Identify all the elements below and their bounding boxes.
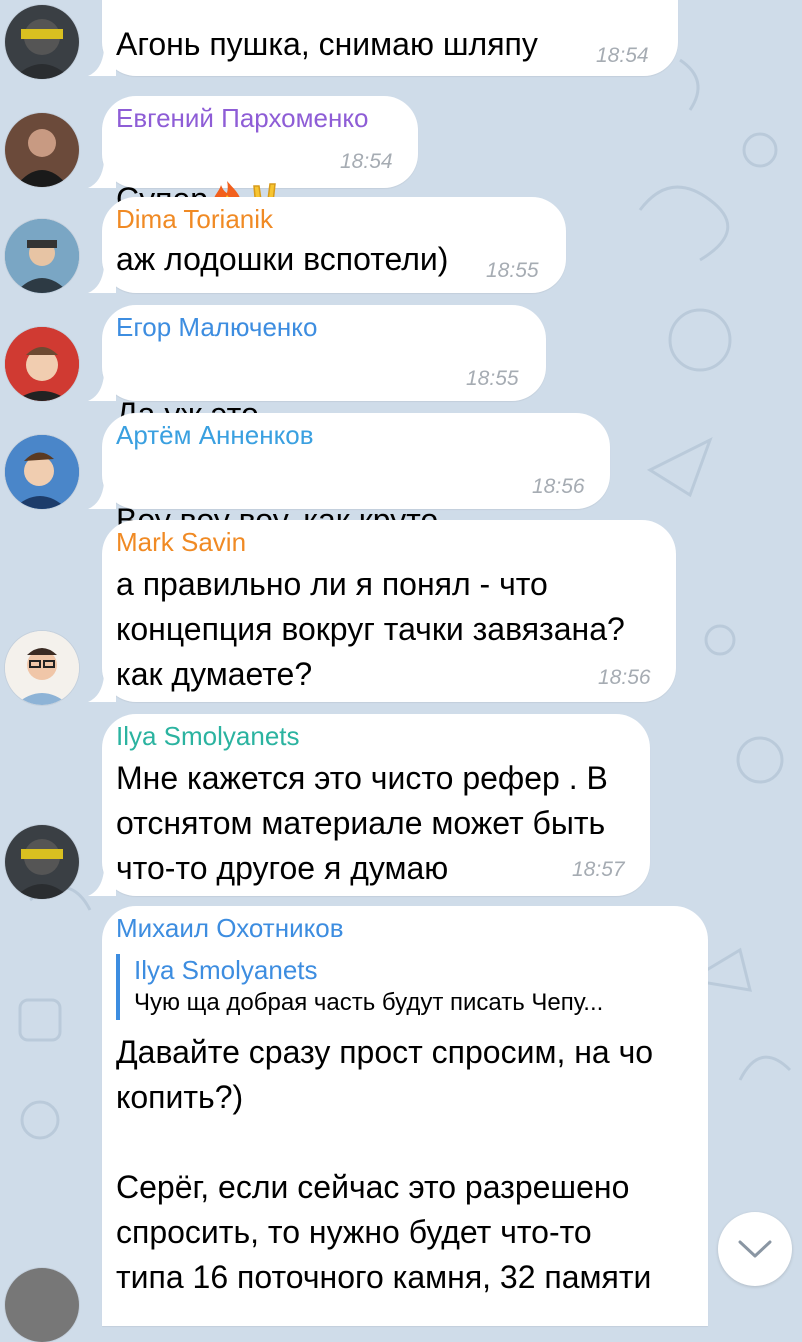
chevron-down-icon	[738, 1240, 772, 1258]
reply-quote[interactable]: Ilya Smolyanets Чую ща добрая часть буду…	[116, 954, 603, 1020]
message-bubble[interactable]: Ilya Smolyanets Мне кажется это чисто ре…	[88, 714, 650, 896]
message-bubble[interactable]: Агонь пушка, снимаю шляпу 18:54	[88, 0, 678, 76]
bubble-tail	[88, 870, 116, 896]
message-bubble[interactable]: Егор Малюченко Да уж это ))) 18:55	[88, 305, 546, 477]
message-row: Егор Малюченко Да уж это ))) 18:55	[0, 305, 802, 477]
sender-name: Ilya Smolyanets	[116, 721, 300, 751]
reply-sender-name: Ilya Smolyanets	[134, 955, 318, 985]
message-bubble[interactable]: Евгений Пархоменко Супер 18:54	[88, 96, 418, 217]
message-text: Мне кажется это чисто рефер . В отснятом…	[116, 760, 608, 886]
message-time: 18:54	[596, 44, 649, 67]
sender-name: Dima Torianik	[116, 204, 274, 234]
sender-name: Михаил Охотников	[116, 913, 344, 943]
avatar[interactable]	[5, 327, 79, 401]
message-row: Mark Savin а правильно ли я понял - что …	[0, 520, 802, 706]
message-text: Агонь пушка, снимаю шляпу	[116, 26, 538, 62]
avatar[interactable]	[5, 631, 79, 705]
message-bubble[interactable]: Михаил Охотников Ilya Smolyanets Чую ща …	[102, 906, 708, 1326]
avatar[interactable]	[5, 435, 79, 509]
reply-text: Чую ща добрая часть будут писать Чепу...	[134, 989, 604, 1016]
message-row: Евгений Пархоменко Супер 18:54	[0, 96, 802, 217]
message-text: аж лодошки вспотели)	[116, 241, 449, 277]
bubble-tail	[88, 267, 116, 293]
message-row: Ilya Smolyanets Мне кажется это чисто ре…	[0, 714, 802, 900]
avatar[interactable]	[5, 219, 79, 293]
sender-name: Mark Savin	[116, 527, 247, 557]
sender-name: Артём Анненков	[116, 420, 314, 450]
message-bubble[interactable]: Dima Torianik аж лодошки вспотели) 18:55	[88, 197, 566, 293]
message-text: а правильно ли я понял - что концепция в…	[116, 566, 625, 692]
avatar[interactable]	[5, 5, 79, 79]
message-row: Артём Анненков Воу воу воу, как круто 18…	[0, 413, 802, 581]
avatar[interactable]	[5, 825, 79, 899]
message-bubble[interactable]: Артём Анненков Воу воу воу, как круто 18…	[88, 413, 610, 581]
message-row: Михаил Охотников Ilya Smolyanets Чую ща …	[0, 906, 802, 1342]
sender-name: Егор Малюченко	[116, 312, 318, 342]
message-time: 18:56	[598, 666, 651, 689]
message-time: 18:54	[340, 150, 393, 173]
message-bubble[interactable]: Mark Savin а правильно ли я понял - что …	[88, 520, 676, 702]
bubble-tail	[88, 50, 116, 76]
message-row: Агонь пушка, снимаю шляпу 18:54	[0, 0, 802, 79]
bubble-tail	[88, 483, 116, 509]
message-time: 18:57	[572, 858, 625, 881]
message-text: Давайте сразу прост спросим, на чо копит…	[116, 1034, 654, 1295]
sender-name: Евгений Пархоменко	[116, 103, 369, 133]
avatar[interactable]	[5, 1268, 79, 1342]
bubble-tail	[88, 375, 116, 401]
scroll-down-button[interactable]	[718, 1212, 792, 1286]
message-time: 18:55	[466, 367, 519, 390]
avatar[interactable]	[5, 113, 79, 187]
message-row: Dima Torianik аж лодошки вспотели) 18:55	[0, 197, 802, 297]
message-time: 18:55	[486, 259, 539, 282]
bubble-tail	[88, 162, 116, 188]
bubble-tail	[88, 676, 116, 702]
message-time: 18:56	[532, 475, 585, 498]
